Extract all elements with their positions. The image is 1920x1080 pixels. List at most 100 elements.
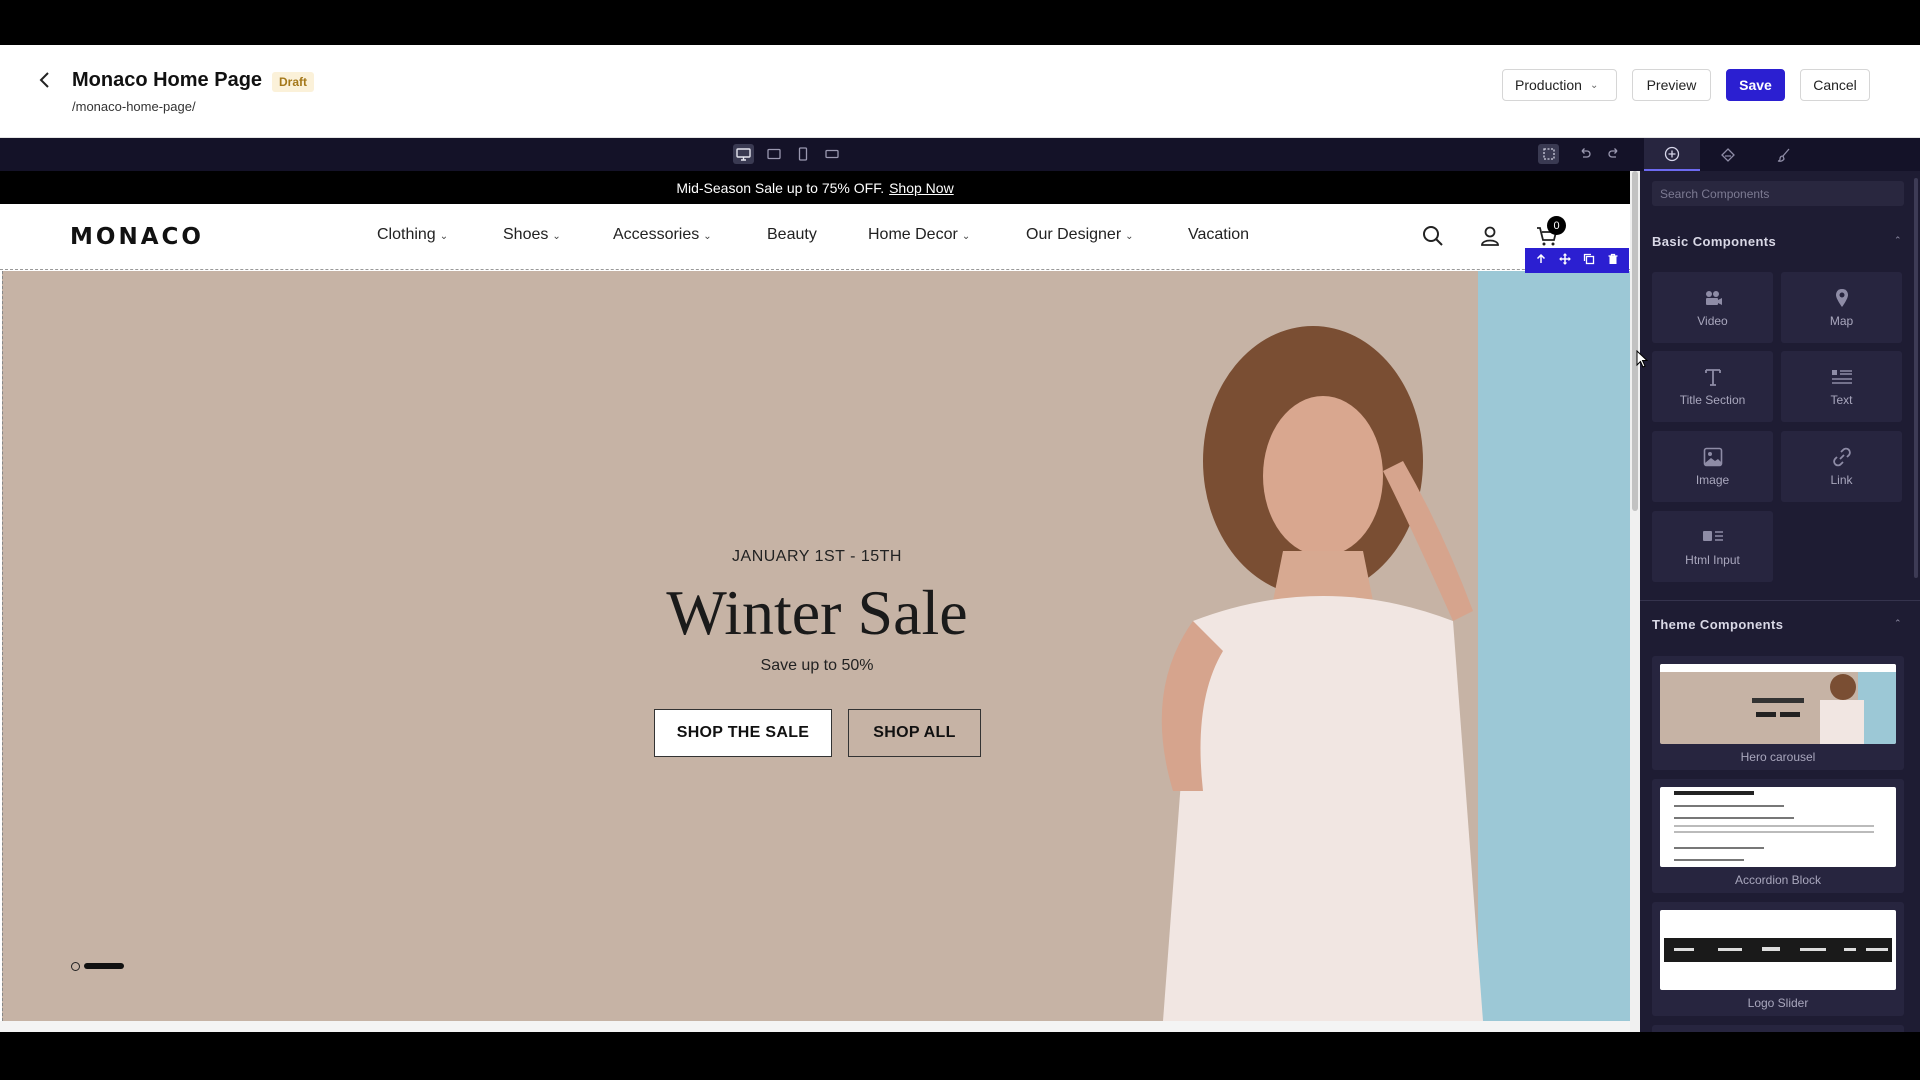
theme-component-partial[interactable] — [1652, 1025, 1904, 1032]
bottom-letterbox — [0, 1032, 1920, 1080]
search-components-input[interactable] — [1652, 181, 1904, 206]
component-image[interactable]: Image — [1652, 431, 1773, 502]
environment-label: Production — [1515, 77, 1582, 93]
page-canvas: Mid-Season Sale up to 75% OFF. Shop Now … — [0, 171, 1640, 1032]
map-pin-icon — [1835, 288, 1848, 307]
promo-link[interactable]: Shop Now — [889, 180, 954, 196]
section-divider — [1640, 600, 1920, 601]
nav-item-home-decor[interactable]: Home Decor ⌄ — [868, 226, 970, 244]
basic-components-heading: Basic Components — [1652, 234, 1777, 249]
back-arrow-icon[interactable] — [34, 69, 56, 91]
chevron-down-icon: ⌄ — [439, 231, 449, 242]
nav-label: Shoes — [503, 226, 549, 243]
carousel-dot-active[interactable] — [84, 963, 124, 969]
nav-label: Clothing — [377, 226, 436, 243]
account-icon[interactable] — [1478, 224, 1502, 248]
save-button[interactable]: Save — [1726, 69, 1785, 101]
nav-label: Vacation — [1188, 226, 1250, 243]
text-icon — [1831, 369, 1852, 384]
video-icon — [1705, 290, 1722, 305]
component-label: Title Section — [1679, 392, 1746, 407]
component-html-input[interactable]: Html Input — [1652, 511, 1773, 582]
theme-component-logo-slider[interactable]: Logo Slider — [1652, 902, 1904, 1016]
mobile-icon[interactable] — [792, 144, 813, 164]
component-text[interactable]: Text — [1781, 351, 1902, 422]
panel-scrollbar[interactable] — [1914, 178, 1918, 578]
nav-item-beauty[interactable]: Beauty — [767, 226, 817, 244]
canvas-scrollbar[interactable] — [1630, 171, 1640, 1032]
nav-item-accessories[interactable]: Accessories ⌄ — [613, 226, 712, 244]
nav-item-vacation[interactable]: Vacation — [1188, 226, 1249, 244]
mobile-landscape-icon[interactable] — [821, 144, 842, 164]
add-icon[interactable] — [1644, 138, 1700, 171]
chevron-down-icon: ⌄ — [1589, 79, 1599, 91]
accordion-block-thumbnail — [1660, 787, 1896, 867]
tablet-landscape-icon[interactable] — [763, 144, 784, 164]
title-icon — [1704, 368, 1721, 386]
component-label: Image — [1695, 472, 1730, 487]
canvas-next-section — [0, 1021, 1630, 1032]
hero-subtitle: Save up to 50% — [760, 657, 874, 674]
desktop-icon[interactable] — [733, 144, 754, 164]
component-title-section[interactable]: Title Section — [1652, 351, 1773, 422]
shop-the-sale-button[interactable]: SHOP THE SALE — [654, 709, 832, 757]
carousel-dot[interactable] — [71, 961, 80, 971]
redo-icon[interactable] — [1603, 144, 1624, 164]
component-label: Map — [1829, 313, 1854, 328]
search-icon[interactable] — [1421, 224, 1445, 248]
block-edit-toolbar — [1525, 248, 1629, 273]
chevron-down-icon: ⌄ — [703, 231, 712, 242]
component-video[interactable]: Video — [1652, 272, 1773, 343]
paint-brush-icon[interactable] — [1756, 138, 1812, 171]
preview-button[interactable]: Preview — [1632, 69, 1711, 101]
theme-component-hero-carousel[interactable]: Hero carousel — [1652, 656, 1904, 770]
trash-icon[interactable] — [1607, 252, 1619, 270]
nav-item-shoes[interactable]: Shoes ⌄ — [503, 226, 561, 244]
hero-carousel[interactable]: JANUARY 1ST - 15TH Winter Sale Save up t… — [2, 271, 1630, 1021]
component-label: Text — [1830, 392, 1853, 407]
shop-all-button[interactable]: SHOP ALL — [848, 709, 981, 757]
carousel-indicators — [71, 961, 124, 971]
component-label: Video — [1697, 313, 1728, 328]
chevron-down-icon: ⌄ — [552, 231, 561, 242]
nav-label: Home Decor — [868, 226, 958, 243]
cancel-button[interactable]: Cancel — [1800, 69, 1870, 101]
theme-component-accordion-block[interactable]: Accordion Block — [1652, 779, 1904, 893]
chevron-down-icon: ⌄ — [1125, 231, 1134, 242]
component-label: Html Input — [1685, 552, 1740, 567]
top-letterbox — [0, 0, 1920, 45]
component-map[interactable]: Map — [1781, 272, 1902, 343]
page-title: Monaco Home Page — [72, 69, 263, 91]
layers-icon[interactable] — [1700, 138, 1756, 171]
components-panel: Basic Components ⌃ Video Map Title Secti… — [1640, 138, 1920, 1032]
site-logo[interactable]: MONACO — [70, 224, 204, 250]
hero-title: Winter Sale — [666, 577, 968, 648]
select-frame-icon[interactable] — [1538, 144, 1559, 164]
link-icon — [1832, 447, 1851, 466]
component-label: Link — [1830, 472, 1853, 487]
environment-select[interactable]: Production ⌄ — [1502, 69, 1617, 101]
promo-bar: Mid-Season Sale up to 75% OFF. Shop Now — [0, 171, 1630, 204]
move-icon[interactable] — [1559, 252, 1571, 270]
theme-component-label: Logo Slider — [1747, 996, 1809, 1010]
page-path: /monaco-home-page/ — [72, 99, 196, 114]
chevron-up-icon[interactable]: ⌃ — [1894, 618, 1902, 629]
promo-text: Mid-Season Sale up to 75% OFF. — [676, 179, 885, 196]
site-header[interactable]: MONACO Clothing ⌄ Shoes ⌄ Accessories ⌄ Bea… — [0, 204, 1630, 270]
nav-item-our-designer[interactable]: Our Designer ⌄ — [1026, 226, 1134, 244]
html-icon — [1702, 530, 1723, 541]
component-link[interactable]: Link — [1781, 431, 1902, 502]
duplicate-icon[interactable] — [1583, 252, 1595, 270]
cart-count-badge: 0 — [1547, 216, 1566, 235]
arrow-up-icon[interactable] — [1535, 252, 1547, 270]
theme-components-heading: Theme Components — [1652, 617, 1784, 632]
nav-label: Beauty — [767, 226, 817, 243]
hero-date: JANUARY 1ST - 15TH — [732, 548, 902, 565]
status-badge: Draft — [272, 72, 315, 92]
scrollbar-thumb[interactable] — [1632, 171, 1638, 511]
panel-tabs — [1640, 138, 1920, 171]
nav-item-clothing[interactable]: Clothing ⌄ — [377, 226, 448, 244]
nav-label: Accessories — [613, 226, 700, 243]
chevron-up-icon[interactable]: ⌃ — [1894, 235, 1902, 246]
undo-icon[interactable] — [1574, 144, 1595, 164]
